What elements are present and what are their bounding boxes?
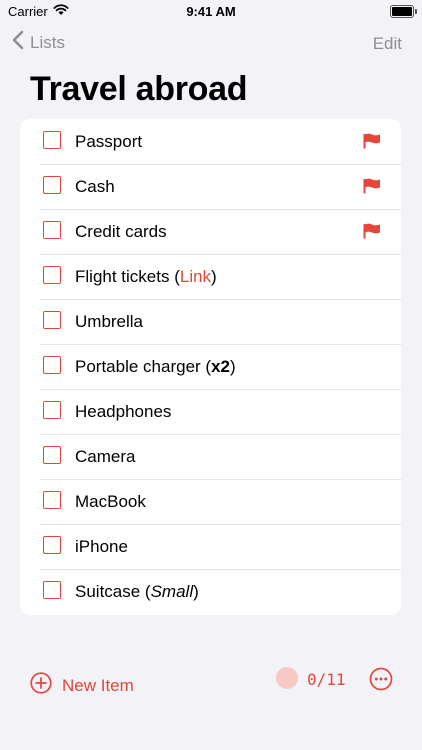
item-text: ) [211,267,217,286]
new-item-label: New Item [62,675,134,695]
checkbox[interactable] [43,176,61,194]
item-italic-text: Small [150,582,194,601]
list-item[interactable]: Credit cards [20,209,401,254]
checkbox[interactable] [43,266,61,284]
list-item[interactable]: Portable charger (x2) [20,344,401,389]
back-button[interactable]: Lists [12,30,65,55]
item-label: MacBook [75,492,146,511]
checkbox[interactable] [43,581,61,599]
status-bar: Carrier 9:41 AM [0,0,422,24]
item-text: ) [193,582,199,601]
list-item[interactable]: Passport [20,119,401,164]
item-label: Portable charger (x2) [75,357,236,377]
list-item[interactable]: Flight tickets (Link) [20,254,401,299]
item-link[interactable]: Link [180,267,211,286]
flag-icon [363,178,381,199]
list-item[interactable]: Headphones [20,389,401,434]
list-item[interactable]: Suitcase (Small) [20,569,401,614]
checkbox[interactable] [43,221,61,239]
checkbox[interactable] [43,446,61,464]
checkbox[interactable] [43,491,61,509]
item-text: ) [230,357,236,376]
back-label: Lists [30,32,65,52]
list-item[interactable]: Camera [20,434,401,479]
item-label: Flight tickets (Link) [75,267,217,287]
item-label: Passport [75,132,143,151]
checkbox[interactable] [43,131,61,149]
checkbox[interactable] [43,311,61,329]
item-label: Credit cards [75,222,167,241]
item-label: Suitcase (Small) [75,582,199,602]
bottom-toolbar: New Item 0/11 [0,667,422,750]
chevron-left-icon [12,30,24,55]
new-item-button[interactable]: New Item [30,672,134,699]
completion-counter: 0/11 [307,670,346,689]
item-label: Cash [75,177,115,196]
checklist-card: Passport Cash Credit cards Flight ticket… [20,119,401,615]
item-label: Umbrella [75,312,144,331]
edit-button[interactable]: Edit [373,34,402,54]
item-text: Portable charger ( [75,357,212,376]
list-item[interactable]: MacBook [20,479,401,524]
status-time: 9:41 AM [186,4,236,19]
flag-icon [363,133,381,154]
more-options-button[interactable] [369,667,393,696]
ellipsis-circle-icon [369,667,393,695]
list-item[interactable]: Umbrella [20,299,401,344]
plus-circle-icon [30,672,52,699]
checkbox[interactable] [43,356,61,374]
item-label: Camera [75,447,136,466]
list-item[interactable]: iPhone [20,524,401,569]
list-item[interactable]: Cash [20,164,401,209]
item-label: iPhone [75,537,128,556]
item-text: Flight tickets ( [75,267,180,286]
checkbox[interactable] [43,401,61,419]
item-text: Suitcase ( [75,582,151,601]
flag-icon [363,223,381,244]
nav-bar: Lists Edit [0,30,422,58]
battery-icon [390,5,417,18]
checkbox[interactable] [43,536,61,554]
page-title: Travel abroad [30,70,248,108]
item-label: Headphones [75,402,172,421]
progress-indicator [276,667,298,689]
item-bold-text: x2 [211,357,230,376]
